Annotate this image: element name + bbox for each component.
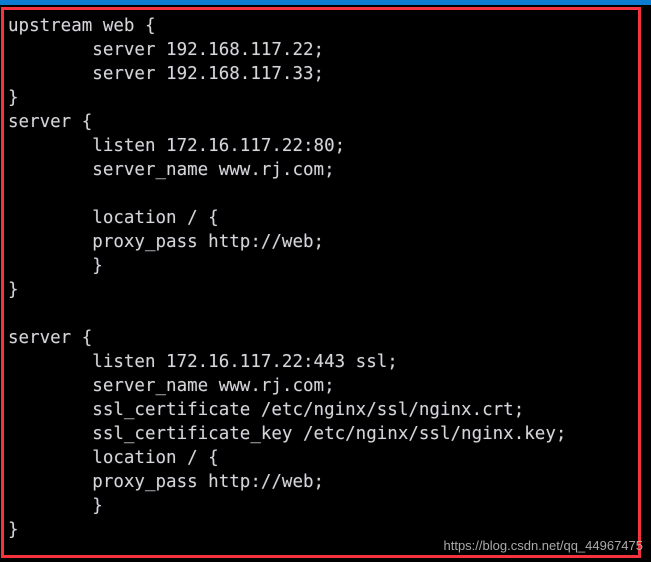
code-line: listen 172.16.117.22:80; [8,136,346,156]
code-line: proxy_pass http://web; [8,232,325,252]
code-line: ssl_certificate /etc/nginx/ssl/nginx.crt… [8,400,525,420]
code-line: listen 172.16.117.22:443 ssl; [8,352,398,372]
code-line: } [8,280,19,300]
red-annotation-rectangle: upstream web { server 192.168.117.22; se… [1,7,641,558]
code-line: server_name www.rj.com; [8,376,335,396]
code-line: location / { [8,208,219,228]
nginx-config-code-block: upstream web { server 192.168.117.22; se… [8,14,638,542]
top-accent-bar [0,0,651,5]
code-line: server_name www.rj.com; [8,160,335,180]
screenshot-root: upstream web { server 192.168.117.22; se… [0,0,651,562]
terminal-output-area[interactable]: upstream web { server 192.168.117.22; se… [4,10,638,555]
code-line: location / { [8,448,219,468]
code-line: server { [8,328,93,348]
watermark-url: https://blog.csdn.net/qq_44967475 [443,538,644,553]
code-line: proxy_pass http://web; [8,472,325,492]
code-line: server 192.168.117.22; [8,40,325,60]
code-line: } [8,256,103,276]
code-line: } [8,88,19,108]
code-line: } [8,496,103,516]
code-line: server 192.168.117.33; [8,64,325,84]
code-line: server { [8,112,93,132]
code-line: upstream web { [8,16,156,36]
code-line: ssl_certificate_key /etc/nginx/ssl/nginx… [8,424,567,444]
